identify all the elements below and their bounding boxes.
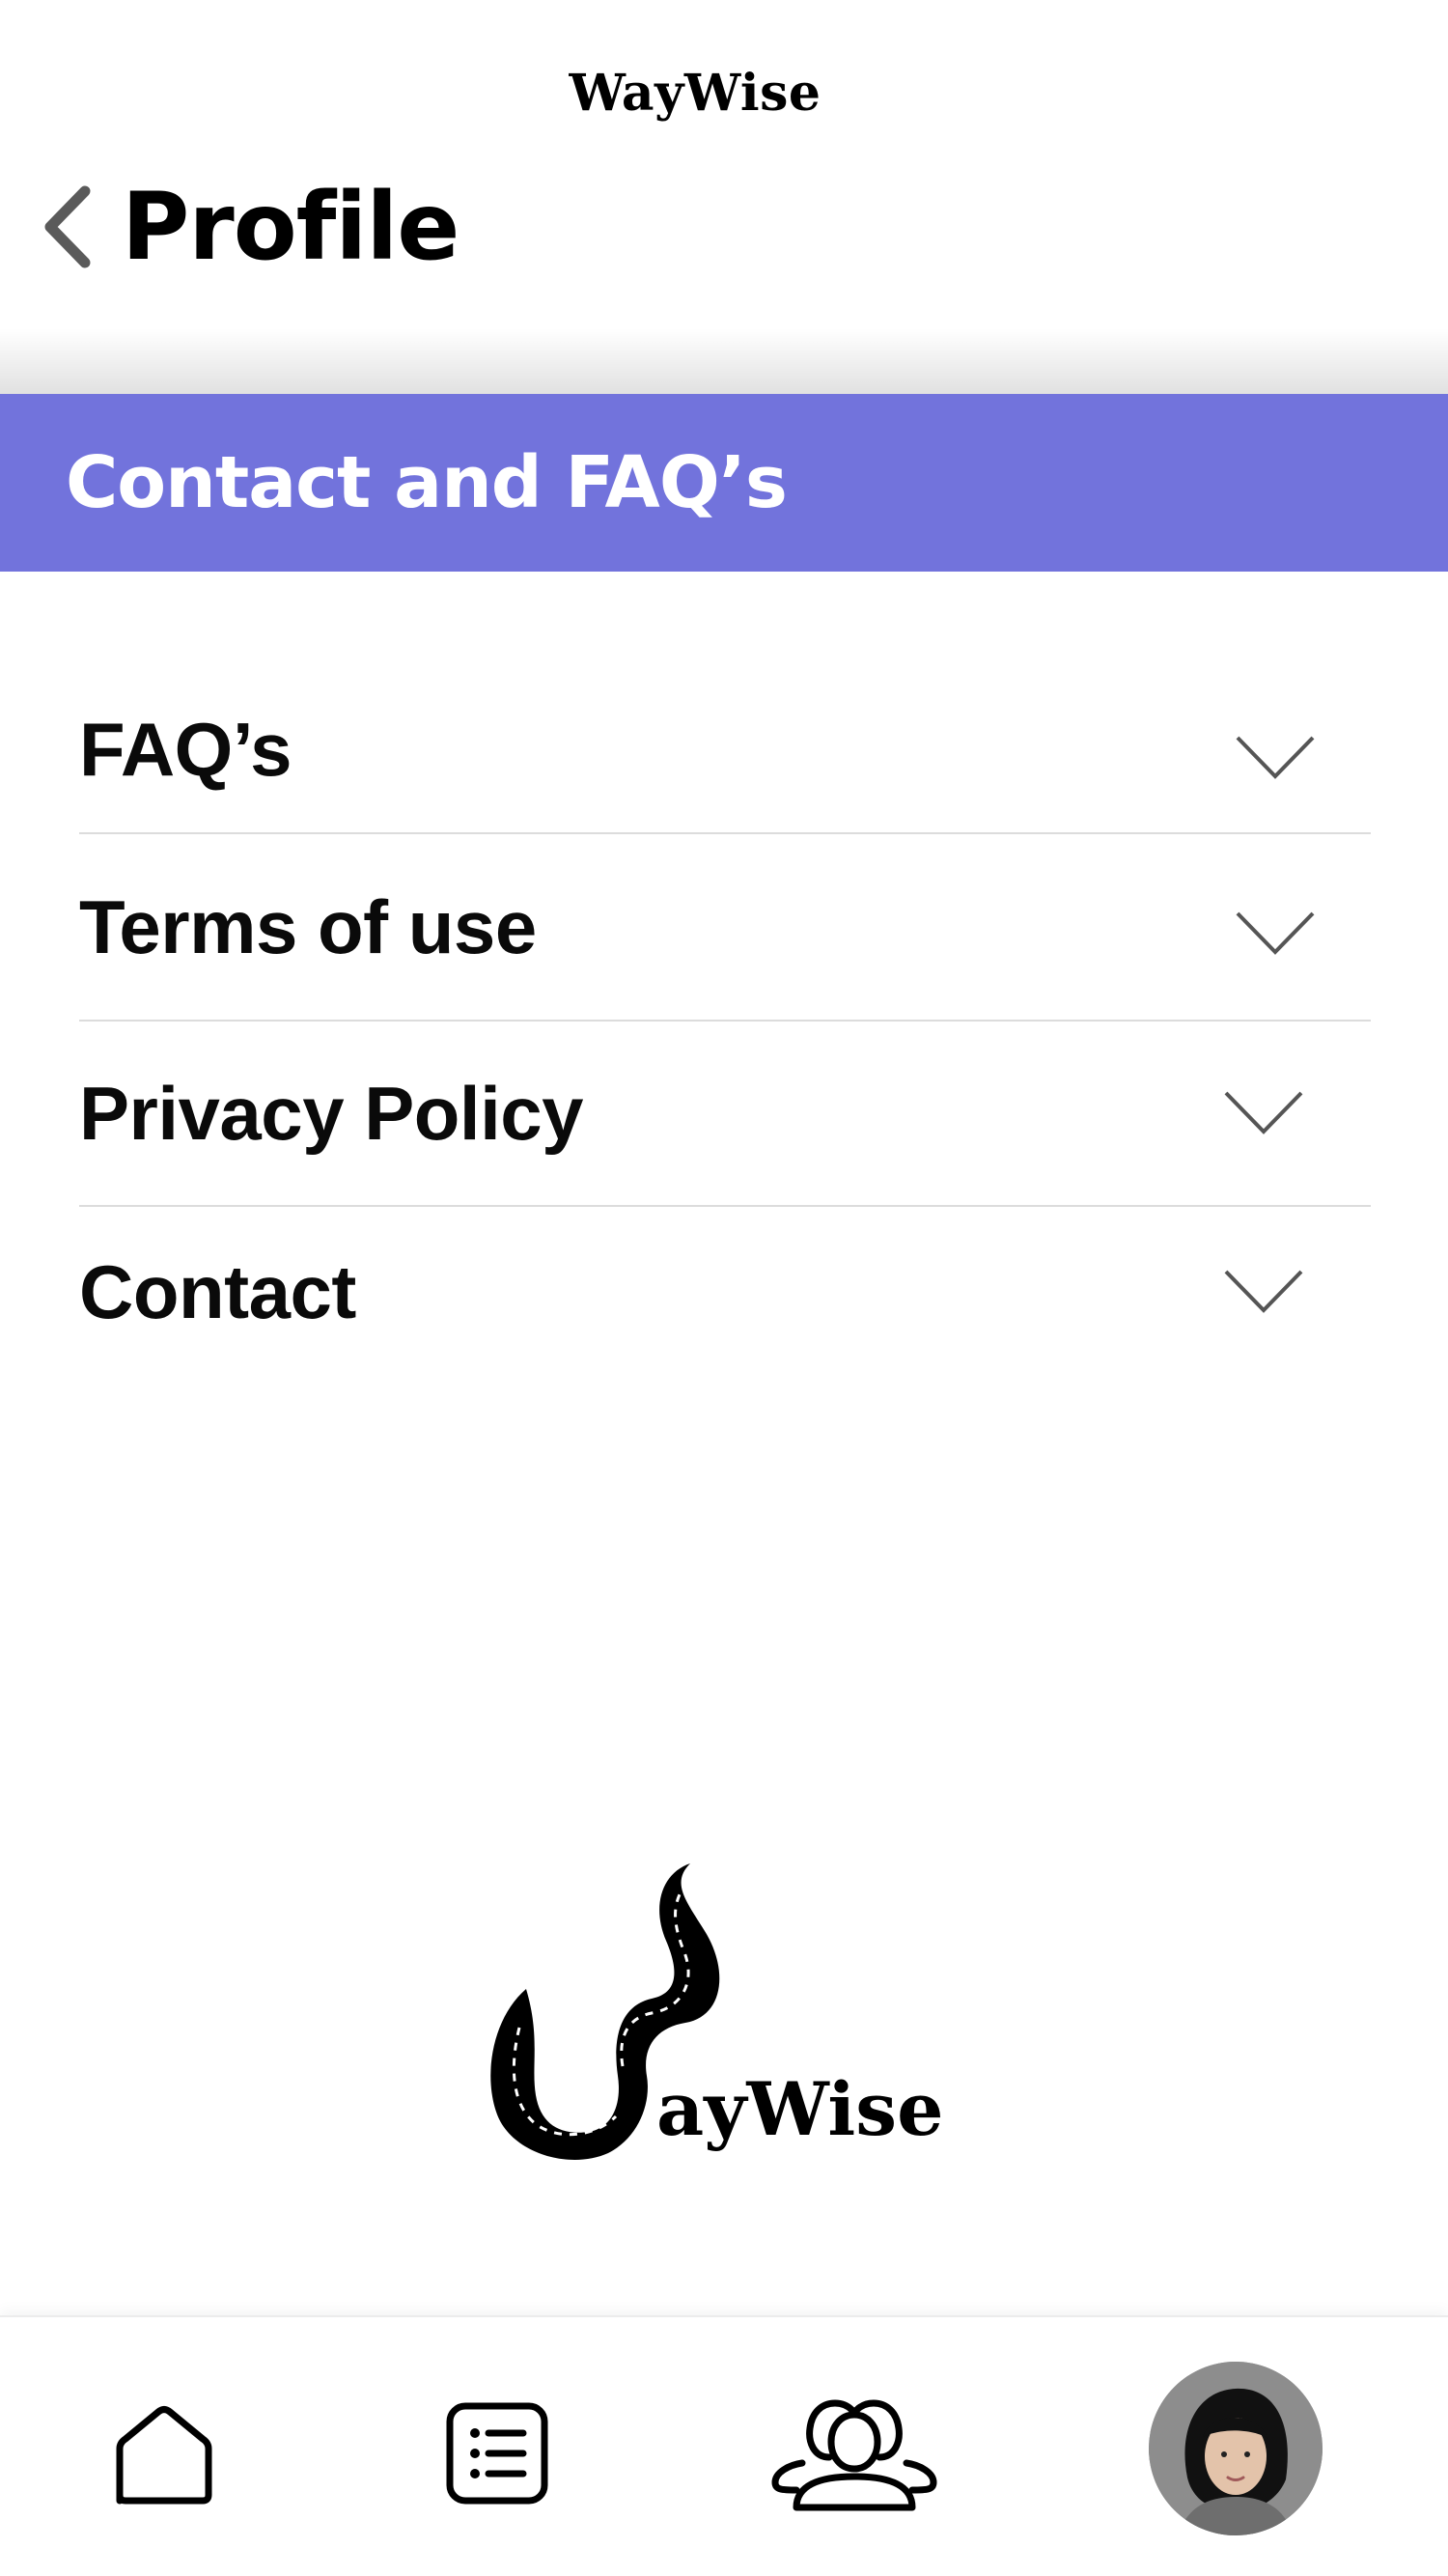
header-shadow (0, 328, 1448, 396)
group-icon (771, 2399, 937, 2511)
chevron-down-icon (1236, 736, 1315, 779)
section-title: Contact and FAQ’s (66, 441, 788, 524)
profile-photo (1149, 2362, 1323, 2535)
accordion-item-privacy-policy[interactable]: Privacy Policy (79, 1022, 1371, 1207)
accordion-item-faqs[interactable]: FAQ’s (79, 666, 1371, 834)
nav-list-button[interactable] (434, 2391, 560, 2516)
profile-screen: WayWise Profile Contact and FAQ’s FAQ’s … (0, 0, 1448, 2576)
section-banner: Contact and FAQ’s (0, 394, 1448, 572)
chevron-down-icon (1224, 1270, 1303, 1313)
chevron-left-icon (44, 185, 91, 268)
accordion-item-contact[interactable]: Contact (79, 1207, 1371, 1377)
header: Profile (29, 164, 459, 290)
back-button[interactable] (29, 174, 106, 280)
list-icon (446, 2402, 548, 2505)
chevron-down-icon (1224, 1091, 1303, 1134)
faq-accordion: FAQ’s Terms of use Privacy Policy Contac… (79, 666, 1371, 1377)
app-brand-title: WayWise (569, 64, 821, 123)
accordion-item-terms-of-use[interactable]: Terms of use (79, 834, 1371, 1022)
accordion-label: Terms of use (79, 883, 537, 969)
accordion-label: Privacy Policy (79, 1070, 584, 1156)
chevron-down-icon (1236, 911, 1315, 955)
waywise-logo: ayWise (483, 1863, 943, 2172)
logo-text: ayWise (656, 2066, 944, 2152)
avatar[interactable] (1149, 2362, 1323, 2535)
accordion-label: FAQ’s (79, 706, 292, 792)
home-icon (116, 2406, 212, 2505)
bottom-nav (0, 2315, 1448, 2576)
nav-community-button[interactable] (763, 2385, 946, 2520)
accordion-label: Contact (79, 1248, 356, 1334)
page-title: Profile (122, 173, 459, 281)
nav-home-button[interactable] (97, 2391, 232, 2516)
